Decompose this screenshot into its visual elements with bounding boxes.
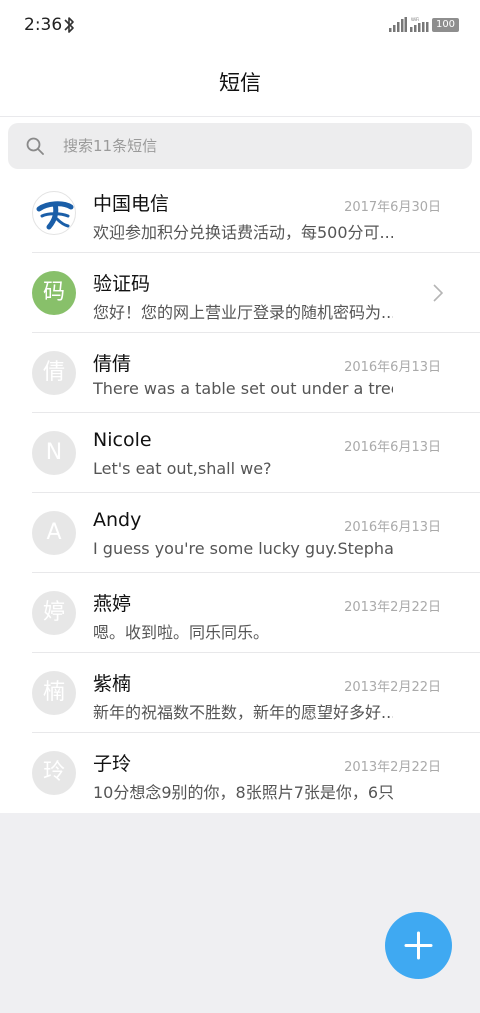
plus-icon (404, 931, 433, 960)
message-date: 2013年2月22日 (344, 680, 441, 695)
contact-name: 倩倩 (93, 353, 132, 375)
conversation-row[interactable]: N Nicole 2016年6月13日 Let's eat out,shall … (0, 413, 480, 493)
conversation-row[interactable]: 倩 倩倩 2016年6月13日 There was a table set ou… (0, 333, 480, 413)
conversation-row-verification[interactable]: 码 验证码 您好！您的网上营业厅登录的随机密码为... (0, 253, 480, 333)
status-bar: 2:36 WiFi 100 (0, 0, 480, 52)
message-preview: 嗯。收到啦。同乐同乐。 (93, 623, 270, 642)
message-preview: I guess you're some lucky guy.Stepha... (93, 539, 393, 558)
message-preview: 新年的祝福数不胜数，新年的愿望好多好... (93, 703, 393, 722)
chevron-right-icon[interactable] (433, 284, 443, 302)
contact-name: 中国电信 (93, 193, 170, 215)
search-bar: 搜索11条短信 (0, 117, 480, 173)
message-preview: 您好！您的网上营业厅登录的随机密码为... (93, 303, 393, 322)
conversation-list: 中国电信 2017年6月30日 欢迎参加积分兑换话费活动，每500分可... 码… (0, 173, 480, 813)
title-bar: 短信 (0, 52, 480, 117)
contact-name: 子玲 (93, 753, 132, 775)
wifi-label: WiFi (411, 17, 419, 22)
avatar: 婷 (32, 591, 76, 635)
avatar: 楠 (32, 671, 76, 715)
china-telecom-logo-icon (36, 201, 74, 230)
contact-name: 验证码 (93, 273, 151, 295)
battery-icon: 100 (432, 18, 459, 32)
search-icon (26, 137, 44, 155)
message-date: 2016年6月13日 (344, 440, 441, 455)
avatar: A (32, 511, 76, 555)
message-preview: There was a table set out under a tree i… (93, 379, 393, 398)
message-preview: 10分想念9别的你，8张照片7张是你，6只... (93, 783, 393, 802)
conversation-row[interactable]: A Andy 2016年6月13日 I guess you're some lu… (0, 493, 480, 573)
top-panel: 2:36 WiFi 100 短信 搜索11条短信 中国电信 2017年6月30日… (0, 0, 480, 813)
conversation-row[interactable]: 婷 燕婷 2013年2月22日 嗯。收到啦。同乐同乐。 (0, 573, 480, 653)
message-date: 2016年6月13日 (344, 360, 441, 375)
avatar: 码 (32, 271, 76, 315)
message-date: 2017年6月30日 (344, 200, 441, 215)
conversation-row-china-telecom[interactable]: 中国电信 2017年6月30日 欢迎参加积分兑换话费活动，每500分可... (0, 173, 480, 253)
avatar: N (32, 431, 76, 475)
avatar: 倩 (32, 351, 76, 395)
contact-name: Nicole (93, 429, 152, 451)
status-time: 2:36 (24, 15, 63, 35)
conversation-row[interactable]: 楠 紫楠 2013年2月22日 新年的祝福数不胜数，新年的愿望好多好... (0, 653, 480, 733)
avatar: 玲 (32, 751, 76, 795)
message-date: 2013年2月22日 (344, 760, 441, 775)
china-telecom-logo-avatar (32, 191, 76, 235)
message-date: 2013年2月22日 (344, 600, 441, 615)
message-preview: 欢迎参加积分兑换话费活动，每500分可... (93, 223, 393, 242)
search-input[interactable]: 搜索11条短信 (8, 123, 472, 169)
message-preview: Let's eat out,shall we? (93, 459, 272, 478)
conversation-row[interactable]: 玲 子玲 2013年2月22日 10分想念9别的你，8张照片7张是你，6只... (0, 733, 480, 813)
message-date: 2016年6月13日 (344, 520, 441, 535)
search-placeholder: 搜索11条短信 (63, 137, 158, 155)
wifi-icon: WiFi (410, 17, 429, 32)
bluetooth-icon (64, 17, 74, 33)
contact-name: Andy (93, 509, 142, 531)
page-title: 短信 (219, 71, 261, 95)
contact-name: 燕婷 (93, 593, 132, 615)
new-message-button[interactable] (385, 912, 452, 979)
signal-icon (389, 17, 407, 32)
contact-name: 紫楠 (93, 673, 132, 695)
